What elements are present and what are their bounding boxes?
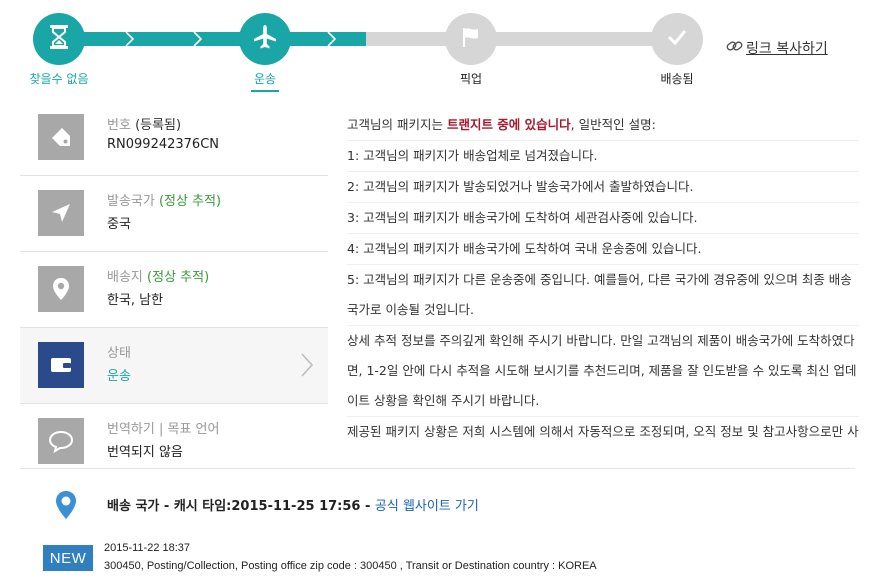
info-row-destination: 배송지 (정상 추적) 한국, 남한: [20, 252, 328, 328]
step-label-not-found: 찾을수 없음: [29, 72, 89, 86]
chevron-right-icon: [326, 30, 338, 48]
translate-title[interactable]: 번역하기 | 목표 언어: [107, 418, 219, 437]
translate-value: 번역되지 않음: [107, 445, 183, 460]
destination-title: 배송지 (정상 추적): [107, 270, 210, 285]
cache-info: 배송 국가 - 캐시 타임:2015-11-25 17:56 - 공식 웹사이트…: [107, 499, 479, 514]
check-icon: [665, 25, 689, 53]
event-description: 300450, Posting/Collection, Posting offi…: [104, 560, 597, 572]
copy-link-label[interactable]: 링크 복사하기: [746, 38, 828, 58]
destination-country: 한국, 남한: [107, 293, 164, 308]
send-icon: [38, 190, 84, 236]
wallet-icon: [38, 342, 84, 388]
event-time: 2015-11-22 18:37: [104, 542, 191, 554]
origin-country: 중국: [107, 217, 131, 232]
status-description: 고객님의 패키지는 트랜지트 중에 있습니다, 일반적인 설명: 1: 고객님의…: [347, 110, 859, 452]
step-transit: [239, 13, 291, 65]
status-value: 운송: [107, 369, 131, 384]
description-item: 5: 고객님의 패키지가 다른 운송중에 중입니다. 예를들어, 다른 국가에 …: [347, 265, 859, 326]
status-title: 상태: [107, 346, 131, 361]
new-badge: NEW: [43, 545, 93, 571]
official-site-link[interactable]: 공식 웹사이트 가기: [375, 499, 479, 514]
hourglass-icon: [48, 24, 70, 54]
step-pickup: [445, 13, 497, 65]
chevron-right-icon[interactable]: [300, 352, 314, 382]
airplane-icon: [252, 24, 278, 54]
description-item: 4: 고객님의 패키지가 배송국가에 도착하여 국내 운송중에 있습니다.: [347, 234, 859, 265]
tracking-number: RN099242376CN: [107, 137, 219, 152]
speech-bubble-icon: [38, 418, 84, 464]
current-step-underline: [251, 90, 279, 92]
link-icon: [726, 39, 744, 57]
description-item: 3: 고객님의 패키지가 배송국가에 도착하여 세관검사중에 있습니다.: [347, 203, 859, 234]
info-row-origin: 발송국가 (정상 추적) 중국: [20, 176, 328, 252]
step-not-found: [33, 13, 85, 65]
chevron-right-icon: [192, 30, 204, 48]
origin-title: 발송국가 (정상 추적): [107, 194, 222, 209]
description-item: 1: 고객님의 패키지가 배송업체로 넘겨졌습니다.: [347, 141, 859, 172]
step-label-transit: 운송: [253, 72, 277, 86]
section-divider: [20, 468, 855, 469]
description-paragraph: 상세 추적 정보를 주의깊게 확인해 주시기 바랍니다. 만일 고객님의 제품이…: [347, 326, 859, 417]
description-paragraph: 제공된 패키지 상황은 저희 시스템에 의해서 자동적으로 조정되며, 오직 정…: [347, 424, 859, 439]
copy-link-button[interactable]: 링크 복사하기: [726, 38, 828, 58]
info-list: 번호 (등록됨) RN099242376CN 발송국가 (정상 추적) 중국 배…: [20, 100, 328, 480]
flag-icon: [459, 25, 483, 53]
tracking-progress: 찾을수 없음 운송 픽업 배송됨 링크 복사하기: [0, 0, 875, 100]
progress-fill: [60, 32, 366, 46]
step-label-pickup: 픽업: [459, 72, 483, 86]
cache-time: 2015-11-25 17:56: [231, 499, 361, 514]
info-row-number: 번호 (등록됨) RN099242376CN: [20, 100, 328, 176]
location-pin-icon: [38, 266, 84, 312]
step-label-delivered: 배송됨: [660, 72, 694, 86]
description-item: 2: 고객님의 패키지가 발송되었거나 발송국가에서 출발하였습니다.: [347, 172, 859, 203]
info-row-status[interactable]: 상태 운송: [20, 328, 328, 404]
tag-icon: [38, 114, 84, 160]
chevron-right-icon: [124, 30, 136, 48]
step-delivered: [651, 13, 703, 65]
number-title: 번호 (등록됨): [107, 118, 182, 133]
description-intro: 고객님의 패키지는 트랜지트 중에 있습니다, 일반적인 설명:: [347, 110, 859, 141]
location-pin-icon: [54, 490, 78, 524]
